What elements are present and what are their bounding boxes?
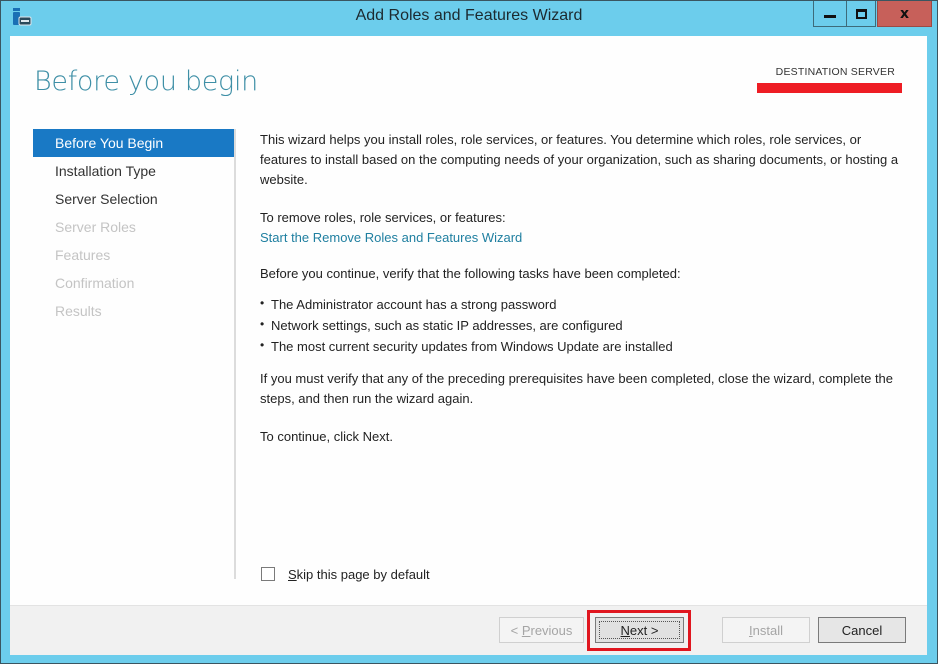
sidebar-item-before-you-begin[interactable]: Before You Begin	[33, 129, 234, 157]
remove-roles-wizard-link[interactable]: Start the Remove Roles and Features Wiza…	[260, 228, 522, 248]
wizard-window: Add Roles and Features Wizard x Before y…	[0, 0, 938, 664]
maximize-icon	[855, 8, 867, 19]
install-button[interactable]: Install	[722, 617, 810, 643]
button-bar: < Previous Next > Install Cancel	[10, 605, 927, 655]
verify-intro: Before you continue, verify that the fol…	[260, 266, 681, 281]
next-button[interactable]: Next >	[595, 617, 684, 643]
skip-page-option[interactable]: Skip this page by default	[261, 565, 430, 583]
verify-note: If you must verify that any of the prece…	[260, 371, 894, 406]
redaction-bar	[757, 83, 902, 93]
skip-page-label[interactable]: Skip this page by default	[288, 567, 430, 582]
sidebar-item-confirmation: Confirmation	[55, 275, 135, 291]
cancel-button[interactable]: Cancel	[818, 617, 906, 643]
remove-prompt: To remove roles, role services, or featu…	[260, 210, 506, 225]
sidebar-item-installation-type[interactable]: Installation Type	[33, 157, 234, 185]
title-bar[interactable]: Add Roles and Features Wizard x	[1, 1, 937, 35]
destination-server-label: DESTINATION SERVER	[775, 66, 895, 78]
wizard-body: Before you begin DESTINATION SERVER Befo…	[10, 36, 927, 655]
window-title: Add Roles and Features Wizard	[355, 7, 583, 24]
list-item: The Administrator account has a strong p…	[260, 293, 910, 315]
page-content: This wizard helps you install roles, rol…	[260, 130, 910, 465]
wizard-steps-nav: Before You Begin Installation Type Serve…	[33, 129, 234, 325]
list-item: Network settings, such as static IP addr…	[260, 314, 910, 336]
sidebar-item-server-selection[interactable]: Server Selection	[33, 185, 234, 213]
close-button[interactable]: x	[877, 1, 932, 27]
sidebar-item-server-roles: Server Roles	[55, 219, 136, 235]
intro-text: This wizard helps you install roles, rol…	[260, 132, 899, 187]
sidebar-item-features: Features	[55, 247, 111, 263]
list-item: The most current security updates from W…	[260, 335, 910, 357]
sidebar-item-results: Results	[55, 303, 102, 319]
skip-page-checkbox[interactable]	[261, 567, 275, 581]
page-title: Before you begin	[34, 66, 258, 97]
maximize-button[interactable]	[846, 1, 876, 27]
minimize-icon	[824, 15, 836, 18]
sidebar-divider	[234, 129, 236, 579]
continue-note: To continue, click Next.	[260, 429, 393, 444]
minimize-button[interactable]	[813, 1, 847, 27]
focus-ring	[599, 621, 680, 639]
previous-button[interactable]: < Previous	[499, 617, 584, 643]
close-icon: x	[899, 5, 910, 22]
prerequisites-list: The Administrator account has a strong p…	[260, 293, 910, 357]
